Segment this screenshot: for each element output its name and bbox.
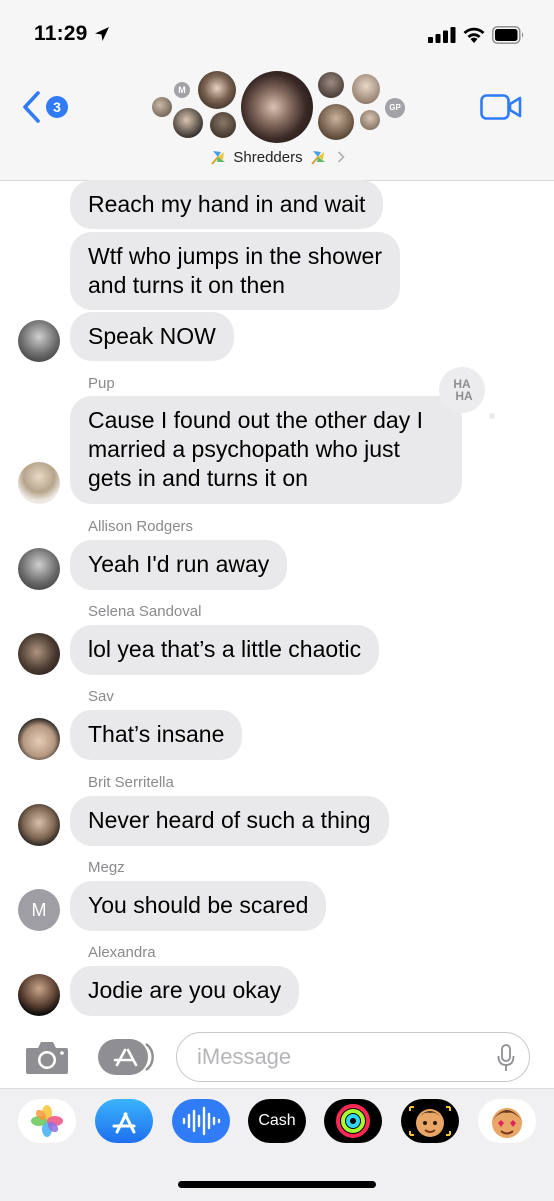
avatar bbox=[318, 104, 354, 140]
message-input[interactable]: iMessage bbox=[176, 1032, 530, 1082]
avatar-initial: M bbox=[18, 889, 60, 931]
avatar bbox=[173, 108, 203, 138]
group-main-avatar bbox=[241, 71, 313, 143]
message-bubble[interactable]: Jodie are you okay bbox=[70, 966, 300, 1016]
message-bubble[interactable]: Wtf who jumps in the shower and turns it… bbox=[70, 232, 401, 310]
audio-message-icon[interactable] bbox=[172, 1099, 230, 1143]
message-bubble[interactable]: Speak NOW bbox=[70, 312, 234, 361]
message-bubble[interactable]: Cause I found out the other day I marrie… bbox=[70, 396, 462, 504]
avatar bbox=[318, 72, 344, 98]
cash-icon[interactable]: Cash bbox=[248, 1099, 306, 1143]
sender-name: Brit Serritella bbox=[88, 774, 174, 791]
avatar bbox=[198, 71, 236, 109]
sender-name: Alexandra bbox=[88, 944, 156, 961]
app-store-button[interactable] bbox=[98, 1038, 154, 1076]
message-bubble[interactable]: lol yea that’s a little chaotic bbox=[70, 625, 380, 675]
home-indicator[interactable] bbox=[178, 1181, 376, 1188]
cellular-signal-icon bbox=[428, 27, 456, 43]
cash-label: Cash bbox=[258, 1112, 296, 1129]
message-bubble[interactable]: That’s insane bbox=[70, 710, 243, 760]
message-bubble[interactable]: Reach my hand in and wait bbox=[70, 180, 384, 229]
haha-tapback-icon[interactable]: HA HA bbox=[436, 364, 502, 420]
location-arrow-icon bbox=[95, 27, 109, 41]
avatar bbox=[152, 97, 172, 117]
avatar-initial-gp: GP bbox=[385, 98, 405, 118]
group-name: Shredders bbox=[233, 148, 303, 166]
sender-name: Pup bbox=[88, 375, 115, 392]
app-store-icon[interactable] bbox=[95, 1099, 153, 1143]
avatar bbox=[18, 548, 60, 590]
sender-name: Selena Sandoval bbox=[88, 603, 202, 620]
sender-name: Allison Rodgers bbox=[88, 518, 194, 535]
conversation-header: 3 M GP Shredders bbox=[0, 62, 554, 181]
message-bubble[interactable]: You should be scared bbox=[70, 881, 327, 931]
back-button[interactable]: 3 bbox=[20, 90, 74, 124]
memoji-stickers-icon[interactable] bbox=[478, 1099, 536, 1143]
video-call-icon[interactable] bbox=[480, 94, 522, 120]
svg-text:HA: HA bbox=[455, 389, 473, 403]
message-input-placeholder: iMessage bbox=[197, 1044, 292, 1069]
unread-count-badge: 3 bbox=[46, 96, 68, 118]
avatar bbox=[18, 633, 60, 675]
pinwheel-emoji-icon bbox=[310, 151, 325, 165]
avatar bbox=[352, 74, 380, 104]
avatar bbox=[18, 320, 60, 362]
avatar bbox=[18, 462, 60, 504]
camera-icon[interactable] bbox=[24, 1038, 70, 1076]
avatar bbox=[360, 110, 380, 130]
avatar bbox=[18, 974, 60, 1016]
wifi-icon bbox=[463, 27, 485, 43]
app-store-icon bbox=[98, 1039, 154, 1075]
group-name-row[interactable]: Shredders bbox=[0, 148, 554, 170]
avatar bbox=[210, 112, 236, 138]
status-bar: 11:29 bbox=[0, 0, 554, 62]
activity-icon[interactable] bbox=[324, 1099, 382, 1143]
message-bubble[interactable]: Yeah I'd run away bbox=[70, 540, 288, 590]
pinwheel-emoji-icon bbox=[211, 151, 226, 165]
sender-name: Sav bbox=[88, 688, 114, 705]
status-time: 11:29 bbox=[34, 22, 88, 45]
photos-icon[interactable] bbox=[18, 1099, 76, 1143]
avatar-initial-m: M bbox=[174, 82, 190, 98]
avatar bbox=[18, 718, 60, 760]
memoji-icon[interactable] bbox=[401, 1099, 459, 1143]
battery-icon bbox=[492, 26, 524, 44]
chevron-left-icon bbox=[23, 91, 40, 123]
avatar bbox=[18, 804, 60, 846]
microphone-icon[interactable] bbox=[497, 1044, 515, 1072]
message-bubble[interactable]: Never heard of such a thing bbox=[70, 796, 389, 846]
chevron-right-icon bbox=[337, 151, 345, 163]
sender-name: Megz bbox=[88, 859, 125, 876]
